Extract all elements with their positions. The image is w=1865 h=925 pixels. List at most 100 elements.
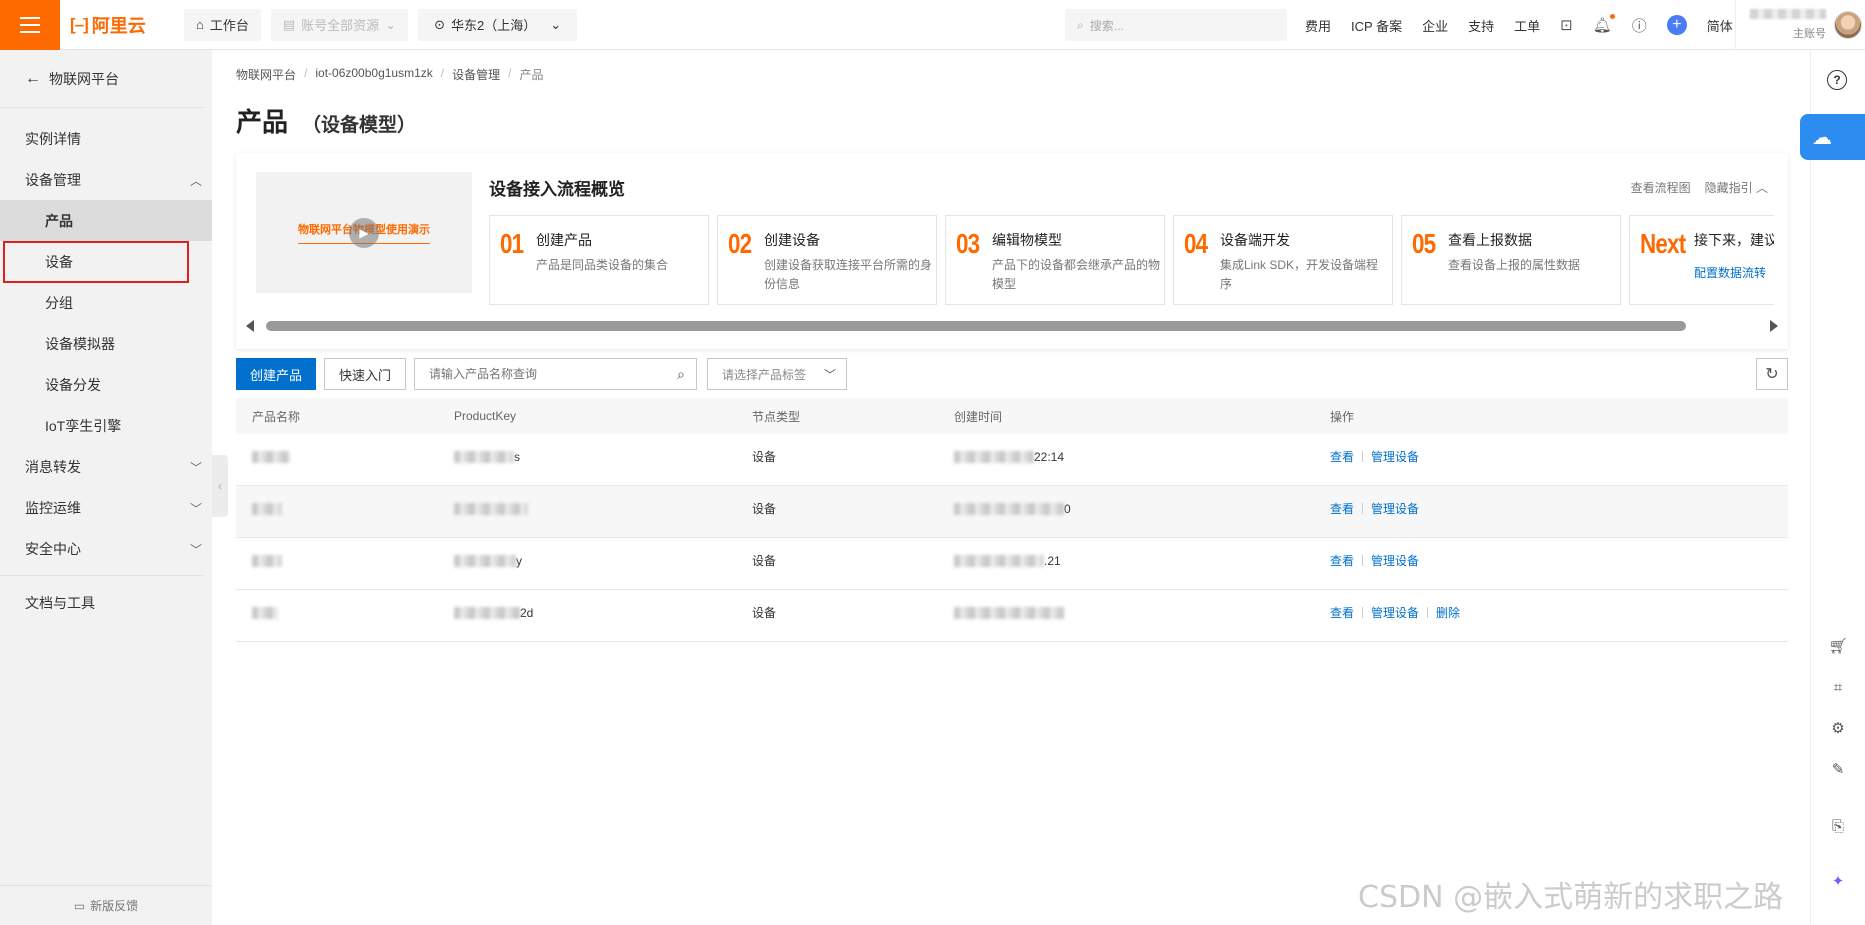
sidebar-item-monitoring[interactable]: 监控运维 ﹀ (0, 487, 212, 528)
sidebar-item-security-center[interactable]: 安全中心 ﹀ (0, 528, 212, 569)
sidebar-item-product[interactable]: 产品 (0, 200, 212, 241)
top-link-billing[interactable]: 费用 (1305, 16, 1331, 35)
refresh-button[interactable]: ↻ (1756, 358, 1788, 390)
sidebar-item-device[interactable]: 设备 (0, 241, 212, 282)
aliyun-logo-icon: [–] (70, 14, 89, 34)
view-link[interactable]: 查看 (1330, 552, 1354, 569)
product-toolbar: 创建产品 快速入门 ⌕ 请选择产品标签 ﹀ ↻ (236, 358, 1788, 390)
column-header-created-time: 创建时间 (954, 409, 1003, 424)
aliyun-logo[interactable]: [–] 阿里云 (70, 12, 174, 38)
configure-data-flow-link[interactable]: 配置数据流转 (1694, 264, 1766, 281)
assistant-icon[interactable]: ✦ (1827, 870, 1849, 892)
sidebar-item-docs-tools[interactable]: 文档与工具 (0, 582, 212, 623)
resources-dropdown[interactable]: ▤ 账号全部资源 ⌄ (270, 8, 409, 41)
guide-step[interactable]: 04 设备端开发 集成Link SDK，开发设备端程序 (1173, 215, 1393, 305)
account-menu[interactable]: 主账号 (1735, 0, 1865, 50)
table-header: 产品名称 ProductKey 节点类型 创建时间 操作 (236, 398, 1788, 434)
region-selector[interactable]: ⊙ 华东2（上海） ⌄ (418, 8, 578, 41)
scrollbar-thumb[interactable] (266, 321, 1686, 331)
delete-link[interactable]: 删除 (1436, 604, 1460, 621)
play-icon[interactable]: ▶ (349, 218, 379, 248)
table-row: s 设备 22:14 查看 管理设备 (236, 434, 1788, 486)
translate-icon[interactable]: ⎘ (1827, 815, 1849, 837)
guide-step[interactable]: 05 查看上报数据 查看设备上报的属性数据 (1401, 215, 1621, 305)
guide-scrollbar[interactable] (246, 319, 1778, 333)
terminal-icon[interactable]: ⊡ (1560, 16, 1573, 34)
top-link-icp[interactable]: ICP 备案 (1351, 16, 1402, 35)
avatar[interactable] (1834, 11, 1862, 39)
column-header-name: 产品名称 (252, 409, 301, 424)
guide-steps: 01 创建产品 产品是同品类设备的集合 02 创建设备 创建设备获取连接平台所需… (489, 215, 1774, 305)
refresh-icon: ↻ (1765, 366, 1779, 383)
arrow-left-icon: ← (25, 69, 41, 87)
product-name-blurred (252, 607, 278, 620)
breadcrumb: 物联网平台 / iot-06z00b0g1usm1zk / 设备管理 / 产品 (236, 66, 544, 83)
language-switch[interactable]: 简体 (1707, 16, 1733, 35)
cart-icon[interactable]: 🛒︎ (1827, 635, 1849, 657)
account-type: 主账号 (1793, 28, 1826, 40)
table-row: y 设备 .21 查看 管理设备 (236, 538, 1788, 590)
bell-icon[interactable]: 🔔︎ (1593, 14, 1615, 34)
chevron-down-icon: ﹀ (189, 461, 202, 475)
create-product-button[interactable]: 创建产品 (236, 358, 316, 390)
manage-devices-link[interactable]: 管理设备 (1371, 604, 1419, 621)
guide-step-next[interactable]: Next 接下来，建议您 配置数据流转 (1629, 215, 1774, 305)
workbench-button[interactable]: ⌂ 工作台 (184, 8, 261, 41)
scroll-right-icon[interactable] (1770, 320, 1778, 332)
product-name-blurred (252, 503, 282, 516)
productkey-blurred (454, 555, 516, 568)
sidebar-item-device-simulator[interactable]: 设备模拟器 (0, 323, 212, 364)
feedback-icon: ▭ (73, 898, 86, 913)
guide-step[interactable]: 03 编辑物模型 产品下的设备都会继承产品的物模型 (945, 215, 1165, 305)
view-link[interactable]: 查看 (1330, 448, 1354, 465)
manage-devices-link[interactable]: 管理设备 (1371, 552, 1419, 569)
sidebar-item-instance-details[interactable]: 实例详情 (0, 118, 212, 159)
global-search-input[interactable]: ⌕ 搜索... (1065, 9, 1287, 41)
product-tag-select[interactable]: 请选择产品标签 ﹀ (707, 358, 847, 390)
help-circle-icon[interactable]: ? (1827, 70, 1847, 90)
top-links: 费用 ICP 备案 企业 支持 工单 ⊡ 🔔︎ ⓘ + 简体 (1305, 0, 1733, 50)
feedback-button[interactable]: ▭ 新版反馈 (0, 885, 212, 925)
manage-devices-link[interactable]: 管理设备 (1371, 448, 1419, 465)
manage-devices-link[interactable]: 管理设备 (1371, 500, 1419, 517)
top-link-support[interactable]: 支持 (1468, 16, 1494, 35)
sidebar-item-device-management[interactable]: 设备管理 ︿ (0, 159, 212, 200)
hide-guide-link[interactable]: 隐藏指引 ︿ (1705, 179, 1768, 196)
code-icon[interactable]: ⌗ (1827, 676, 1849, 698)
scroll-left-icon[interactable] (246, 320, 254, 332)
top-link-ticket[interactable]: 工单 (1514, 16, 1540, 35)
guide-step[interactable]: 02 创建设备 创建设备获取连接平台所需的身份信息 (717, 215, 937, 305)
access-guide-card: 物联网平台物模型使用演示 ▶ 设备接入流程概览 查看流程图 隐藏指引 ︿ 01 … (236, 153, 1788, 349)
quick-start-button[interactable]: 快速入门 (324, 358, 406, 390)
sidebar-item-message-forwarding[interactable]: 消息转发 ﹀ (0, 446, 212, 487)
breadcrumb-product: 产品 (519, 68, 544, 82)
floating-assistant-button[interactable]: ☁ (1800, 114, 1865, 160)
home-icon: ⌂ (196, 17, 204, 32)
top-link-enterprise[interactable]: 企业 (1422, 16, 1448, 35)
plus-icon[interactable]: + (1666, 15, 1687, 35)
hamburger-menu-icon[interactable] (0, 0, 60, 50)
demo-video[interactable]: 物联网平台物模型使用演示 ▶ (256, 172, 472, 293)
product-search-input[interactable] (415, 359, 666, 389)
sidebar-back-iot-platform[interactable]: ← 物联网平台 (0, 50, 204, 108)
view-flowchart-link[interactable]: 查看流程图 (1631, 179, 1691, 196)
help-icon[interactable]: ⓘ (1632, 15, 1647, 36)
breadcrumb-instance[interactable]: iot-06z00b0g1usm1zk (315, 66, 432, 83)
view-link[interactable]: 查看 (1330, 500, 1354, 517)
edit-icon[interactable]: ✎ (1827, 758, 1849, 780)
sidebar-item-device-distribution[interactable]: 设备分发 (0, 364, 212, 405)
view-link[interactable]: 查看 (1330, 604, 1354, 621)
chevron-down-icon: ﹀ (189, 543, 202, 557)
chevron-up-icon: ︿ (1755, 181, 1768, 195)
chevron-down-icon: ⌄ (385, 16, 397, 32)
gear-icon[interactable]: ⚙ (1827, 717, 1849, 739)
page-title: 产品 （设备模型） (236, 107, 417, 137)
search-icon[interactable]: ⌕ (666, 366, 696, 383)
guide-step[interactable]: 01 创建产品 产品是同品类设备的集合 (489, 215, 709, 305)
breadcrumb-iot-platform[interactable]: 物联网平台 (236, 66, 296, 83)
sidebar-item-iot-twin-engine[interactable]: IoT孪生引擎 (0, 405, 212, 446)
chevron-down-icon: ﹀ (823, 368, 836, 382)
breadcrumb-device-management[interactable]: 设备管理 (452, 66, 500, 83)
sidebar-item-group[interactable]: 分组 (0, 282, 212, 323)
productkey-blurred (454, 607, 520, 620)
